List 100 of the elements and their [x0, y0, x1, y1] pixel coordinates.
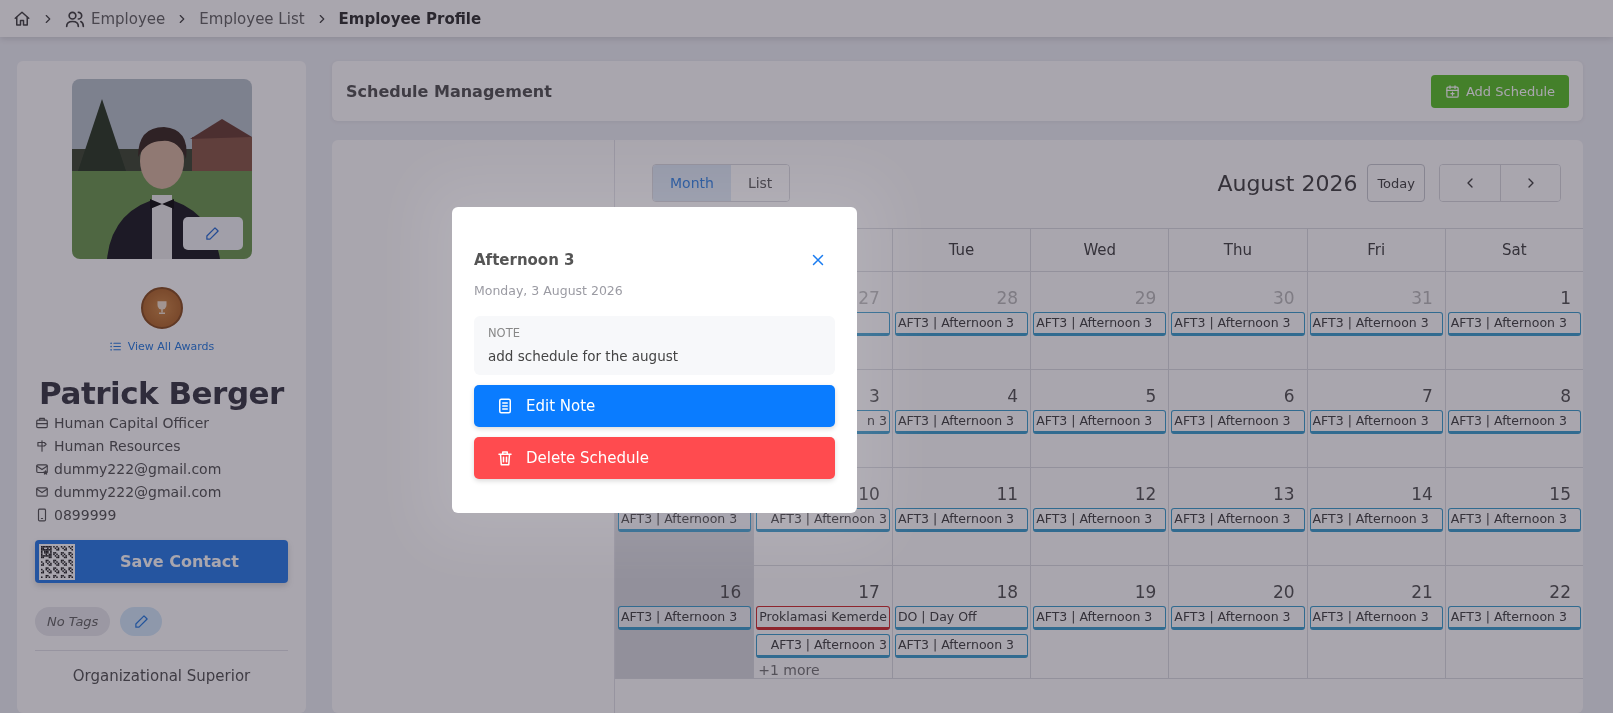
event-chip[interactable]: AFT3 | Afternoon 3	[1447, 606, 1581, 630]
day-cell[interactable]: 17 Proklamasi Kemerde AFT3 | Afternoon 3 +1 more	[753, 566, 892, 679]
event-chip[interactable]: AFT3 | Afternoon 3	[756, 634, 890, 658]
day-cell[interactable]: 20 AFT3 | Afternoon 3	[1168, 566, 1307, 679]
day-cell[interactable]: 13 AFT3 | Afternoon 3	[1168, 468, 1307, 566]
day-number[interactable]: 6	[1283, 386, 1295, 406]
day-cell[interactable]: 6 AFT3 | Afternoon 3	[1168, 370, 1307, 468]
today-button[interactable]: Today	[1367, 164, 1425, 202]
qr-code-icon	[39, 543, 75, 580]
day-number[interactable]: 5	[1145, 386, 1157, 406]
weekday-header: Tue	[948, 241, 975, 259]
day-cell[interactable]: 8 AFT3 | Afternoon 3	[1444, 370, 1583, 468]
weekday-header: Sat	[1502, 241, 1527, 259]
calendar-plus-icon	[1444, 83, 1460, 99]
event-chip[interactable]: AFT3 | Afternoon 3	[1171, 410, 1305, 434]
more-events-link[interactable]: +1 more	[756, 662, 890, 678]
day-cell[interactable]: 4 AFT3 | Afternoon 3	[891, 370, 1031, 468]
day-cell[interactable]: 18 DO | Day Off AFT3 | Afternoon 3	[891, 566, 1031, 679]
day-number[interactable]: 8	[1560, 386, 1571, 406]
event-chip[interactable]: DO | Day Off	[894, 606, 1029, 630]
list-icon	[108, 340, 122, 353]
employee-name: Patrick Berger	[39, 375, 284, 411]
breadcrumb-link[interactable]: Employee List	[199, 9, 305, 28]
event-chip[interactable]: AFT3 | Afternoon 3	[1171, 508, 1305, 532]
event-chip[interactable]: AFT3 | Afternoon 3	[1033, 410, 1167, 434]
day-cell[interactable]: 11 AFT3 | Afternoon 3	[891, 468, 1031, 566]
day-cell[interactable]: 15 AFT3 | Afternoon 3	[1444, 468, 1583, 566]
weekday-header: Wed	[1083, 241, 1117, 259]
home-icon[interactable]	[13, 9, 31, 28]
event-chip[interactable]: AFT3 | Afternoon 3	[1033, 508, 1167, 532]
day-cell[interactable]: 19 AFT3 | Afternoon 3	[1030, 566, 1169, 679]
event-chip[interactable]: AFT3 | Afternoon 3	[1171, 312, 1305, 336]
edit-note-button[interactable]: Edit Note	[474, 385, 835, 427]
event-chip[interactable]: AFT3 | Afternoon 3	[1171, 606, 1305, 630]
day-number[interactable]: 4	[1007, 386, 1019, 406]
day-number[interactable]: 15	[1549, 484, 1571, 504]
event-chip[interactable]: AFT3 | Afternoon 3	[618, 606, 752, 630]
event-chip[interactable]: AFT3 | Afternoon 3	[1309, 508, 1443, 532]
detail-text: dummy222@gmail.com	[54, 483, 222, 500]
event-chip[interactable]: AFT3 | Afternoon 3	[1309, 312, 1443, 336]
day-cell[interactable]: 14 AFT3 | Afternoon 3	[1306, 468, 1445, 566]
detail-text: Human Capital Officer	[54, 414, 210, 431]
schedule-date: Monday, 3 August 2026	[474, 283, 624, 298]
signpost-icon	[35, 438, 49, 453]
day-number[interactable]: 11	[996, 484, 1019, 504]
day-cell[interactable]: 1 AFT3 | Afternoon 3	[1444, 272, 1583, 370]
event-chip[interactable]: AFT3 | Afternoon 3	[1447, 410, 1581, 434]
weekday-header: Fri	[1367, 241, 1386, 259]
event-chip[interactable]: AFT3 | Afternoon 3	[894, 312, 1029, 336]
document-icon	[496, 397, 514, 415]
day-cell[interactable]: 22 AFT3 | Afternoon 3	[1444, 566, 1583, 679]
day-number[interactable]: 22	[1549, 582, 1571, 602]
day-number[interactable]: 3	[869, 386, 880, 406]
breadcrumb-link[interactable]: Employee	[91, 9, 166, 28]
day-number[interactable]: 14	[1411, 484, 1433, 504]
next-button[interactable]	[1500, 165, 1560, 201]
day-cell[interactable]: 5 AFT3 | Afternoon 3	[1030, 370, 1169, 468]
day-number[interactable]: 1	[1560, 288, 1571, 308]
day-number[interactable]: 12	[1134, 484, 1157, 504]
pencil-icon	[205, 226, 220, 241]
event-chip[interactable]: AFT3 | Afternoon 3	[1447, 312, 1581, 336]
day-number[interactable]: 13	[1272, 484, 1295, 504]
day-cell[interactable]: 7 AFT3 | Afternoon 3	[1306, 370, 1445, 468]
calendar-title: August 2026	[1217, 170, 1358, 196]
event-chip[interactable]: AFT3 | Afternoon 3	[1033, 606, 1167, 630]
dialog-title: Afternoon 3	[474, 251, 576, 269]
day-number[interactable]: 21	[1411, 582, 1433, 602]
delete-schedule-button[interactable]: Delete Schedule	[474, 437, 835, 479]
detail-text: Human Resources	[54, 437, 181, 454]
view-awards-link[interactable]: View All Awards	[108, 340, 215, 353]
event-chip[interactable]: AFT3 | Afternoon 3	[894, 508, 1029, 532]
day-number[interactable]: 19	[1134, 582, 1157, 602]
day-number[interactable]: 16	[719, 582, 742, 602]
day-cell[interactable]: 16 AFT3 | Afternoon 3	[615, 566, 754, 679]
note-text: add schedule for the august	[488, 348, 680, 364]
save-contact-button[interactable]: Save Contact	[35, 540, 288, 583]
event-chip[interactable]: AFT3 | Afternoon 3	[1309, 410, 1443, 434]
event-chip[interactable]: Proklamasi Kemerde	[756, 606, 890, 630]
event-chip[interactable]: AFT3 | Afternoon 3	[894, 634, 1029, 658]
mail-icon	[35, 484, 49, 499]
note-label: NOTE	[488, 326, 521, 340]
edit-tags-button[interactable]	[120, 607, 163, 636]
day-cell[interactable]: 12 AFT3 | Afternoon 3	[1030, 468, 1169, 566]
event-chip[interactable]: AFT3 | Afternoon 3	[894, 410, 1029, 434]
event-chip[interactable]: AFT3 | Afternoon 3	[1447, 508, 1581, 532]
day-number[interactable]: 18	[996, 582, 1019, 602]
trash-icon	[496, 449, 514, 467]
day-cell[interactable]: 21 AFT3 | Afternoon 3	[1306, 566, 1445, 679]
day-number[interactable]: 7	[1421, 386, 1433, 406]
pager-control[interactable]	[1439, 164, 1561, 202]
pencil-icon	[133, 614, 149, 629]
briefcase-icon	[35, 415, 49, 430]
day-number[interactable]: 10	[858, 484, 880, 504]
weekday-header: Thu	[1223, 241, 1253, 259]
phone-icon	[35, 507, 49, 522]
event-chip[interactable]: AFT3 | Afternoon 3	[1309, 606, 1443, 630]
day-number[interactable]: 17	[858, 582, 880, 602]
day-number[interactable]: 20	[1272, 582, 1295, 602]
event-chip[interactable]: AFT3 | Afternoon 3	[1033, 312, 1167, 336]
edit-photo-button[interactable]	[182, 217, 243, 250]
